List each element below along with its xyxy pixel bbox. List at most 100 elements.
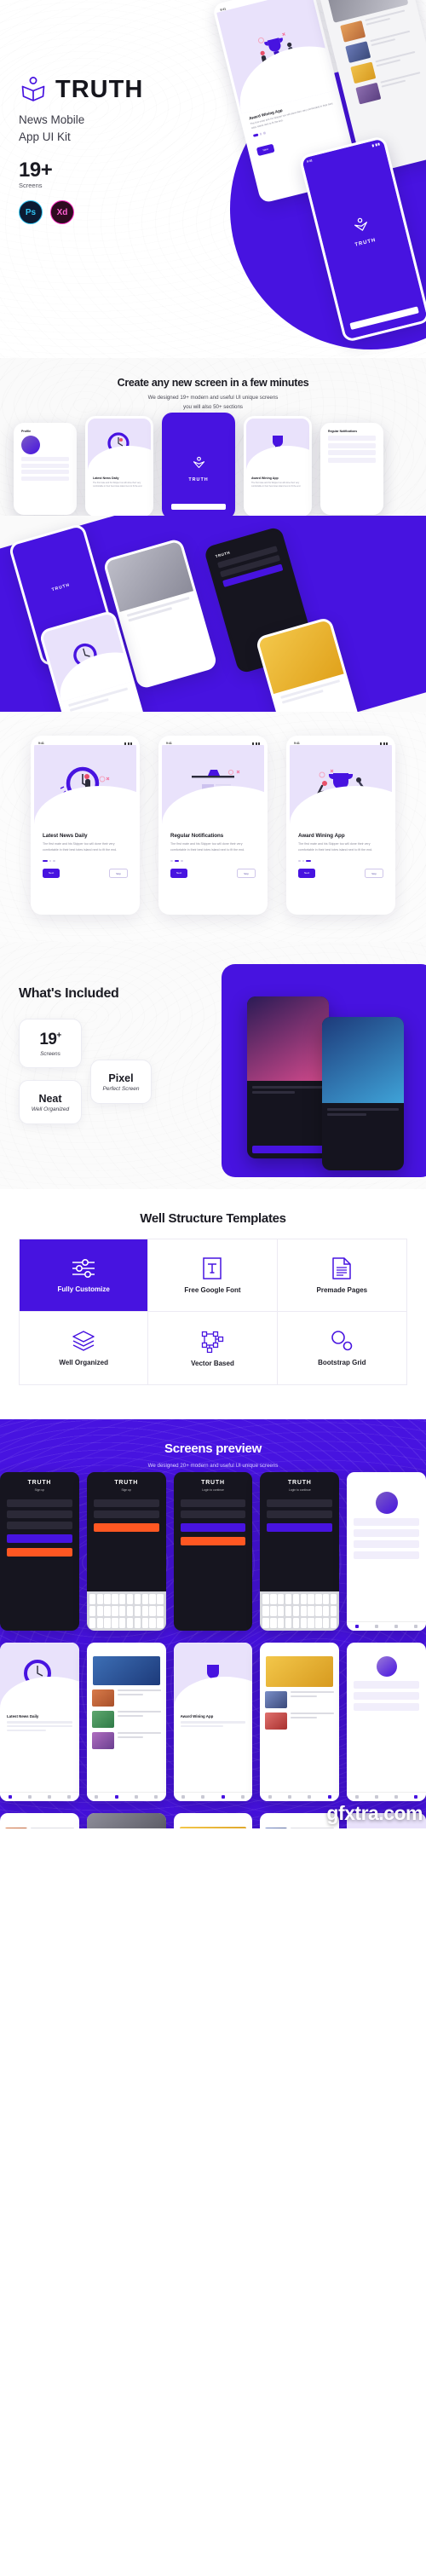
next-button[interactable]: Next: [43, 869, 60, 879]
tab-bar[interactable]: [86, 1792, 166, 1801]
angled-showcase-section: TRUTH TRUTH: [0, 516, 426, 712]
feature-bootstrap-grid[interactable]: Bootstrap Grid: [278, 1312, 406, 1384]
feature-premade-pages[interactable]: Premade Pages: [277, 1239, 406, 1312]
preview-phone-profile: Profile: [14, 423, 77, 515]
vector-nodes-icon: [202, 1331, 224, 1353]
card-title: Latest News Daily: [43, 832, 88, 839]
trophy-illustration: [290, 745, 392, 826]
news-item[interactable]: [91, 1732, 161, 1749]
preview-screen-sports: Sports: [86, 1643, 166, 1801]
login-button[interactable]: [267, 1523, 333, 1532]
card-actions: Next Skip: [43, 869, 128, 879]
signup-button[interactable]: [7, 1534, 72, 1543]
tab-bar[interactable]: [347, 1621, 426, 1631]
input-field[interactable]: [93, 1510, 159, 1518]
trophy-illustration: [173, 1643, 253, 1710]
software-badges: Ps Xd: [19, 200, 198, 225]
screen-title: Business: [266, 1819, 283, 1823]
brand-name: TRUTH: [27, 1480, 52, 1486]
input-field[interactable]: [180, 1510, 246, 1518]
card-title: Regular Notifications: [170, 832, 224, 839]
subtitle-line-1: We designed 20+ modern and useful UI uni…: [147, 1463, 279, 1469]
input-field[interactable]: [180, 1499, 246, 1507]
phone-body: The first mate and his Skipper too will …: [251, 481, 301, 488]
screens-preview-section: Screens preview We designed 20+ modern a…: [0, 1419, 426, 1828]
truth-logo-icon: [193, 456, 204, 468]
screen-title: Profile: [380, 1649, 393, 1653]
input-field[interactable]: [7, 1510, 72, 1518]
sliders-icon: [72, 1258, 95, 1278]
news-item[interactable]: [265, 1713, 335, 1730]
feature-well-organized[interactable]: Well Organized: [20, 1312, 149, 1384]
onscreen-keyboard[interactable]: [260, 1591, 340, 1631]
card-actions: Next Skip: [298, 869, 383, 879]
get-started-button[interactable]: [349, 306, 419, 330]
news-item[interactable]: [265, 1691, 335, 1708]
card-actions: Next Skip: [170, 869, 256, 879]
input-field[interactable]: [267, 1510, 333, 1518]
section-title: Create any new screen in a few minutes: [117, 377, 309, 389]
signup-button[interactable]: [93, 1523, 159, 1532]
create-screens-section: Create any new screen in a few minutes W…: [0, 358, 426, 519]
card-body: The first mate and his Skipper too will …: [298, 841, 373, 852]
preview-screen-discover: Discover: [173, 1813, 253, 1828]
phone-row: Profile Latest News Daily The first mate…: [0, 413, 426, 519]
screen-subtitle: Sign up: [121, 1488, 131, 1492]
album-art: [247, 996, 329, 1081]
input-field[interactable]: [7, 1499, 72, 1507]
preview-screen-live-news: Live News: [260, 1643, 340, 1801]
feature-label: Vector Based: [191, 1360, 234, 1367]
news-item[interactable]: [91, 1689, 161, 1707]
tab-bar[interactable]: [347, 1792, 426, 1801]
feature-free-google-font[interactable]: Free Google Font: [148, 1239, 278, 1312]
profile-row[interactable]: [354, 1703, 419, 1711]
skip-button[interactable]: Skip: [237, 869, 256, 879]
chip-label: Perfect Screen: [102, 1085, 140, 1092]
pagination-dots: [170, 859, 256, 863]
input-field[interactable]: [93, 1499, 159, 1507]
tab-bar[interactable]: [260, 1792, 340, 1801]
onscreen-keyboard[interactable]: [86, 1591, 166, 1631]
play-button[interactable]: [252, 1146, 324, 1153]
tab-bar[interactable]: [0, 1792, 79, 1801]
social-button[interactable]: [180, 1537, 246, 1545]
card-body: The first mate and his Skipper too will …: [170, 841, 245, 852]
profile-row[interactable]: [354, 1529, 419, 1537]
next-button[interactable]: Next: [170, 869, 188, 879]
brand-name: TRUTH: [51, 582, 72, 593]
tab-bar[interactable]: [173, 1792, 253, 1801]
feature-vector-based[interactable]: Vector Based: [148, 1312, 278, 1384]
adobe-xd-badge: Xd: [50, 200, 74, 225]
profile-row[interactable]: [354, 1540, 419, 1548]
avatar: [376, 1656, 397, 1677]
profile-row[interactable]: [354, 1681, 419, 1689]
notification-illustration: [162, 745, 264, 826]
next-button[interactable]: Next: [298, 869, 316, 879]
social-button[interactable]: [7, 1548, 72, 1557]
preview-screen-onboarding: Latest News Daily: [0, 1643, 79, 1801]
avatar: [21, 436, 40, 454]
profile-row[interactable]: [354, 1692, 419, 1700]
article-image: [266, 1656, 334, 1687]
skip-button[interactable]: Skip: [365, 869, 383, 879]
phone-title: Regular Notifications: [328, 430, 358, 433]
skip-button[interactable]: Skip: [109, 869, 128, 879]
screen-title: Latest News Daily: [7, 1714, 39, 1719]
login-button[interactable]: [180, 1523, 246, 1532]
input-field[interactable]: [267, 1499, 333, 1507]
preview-screen-profile-2: Profile: [347, 1643, 426, 1801]
chip-neat: Neat Well Organized: [19, 1080, 82, 1124]
continue-button[interactable]: [171, 504, 226, 510]
input-field[interactable]: [7, 1522, 72, 1529]
section-title: Well Structure Templates: [140, 1211, 286, 1226]
feature-fully-customize[interactable]: Fully Customize: [20, 1239, 149, 1312]
trophy-illustration: [246, 419, 309, 472]
screen-title: Award Wining App: [180, 1714, 214, 1719]
profile-row[interactable]: [354, 1518, 419, 1526]
status-bar: 9:41: [162, 739, 264, 745]
chip-value: Pixel: [108, 1071, 134, 1084]
profile-row[interactable]: [354, 1551, 419, 1559]
next-button[interactable]: Next: [256, 143, 275, 156]
news-item[interactable]: [91, 1711, 161, 1728]
preview-screen-trending: Trending: [0, 1813, 79, 1828]
